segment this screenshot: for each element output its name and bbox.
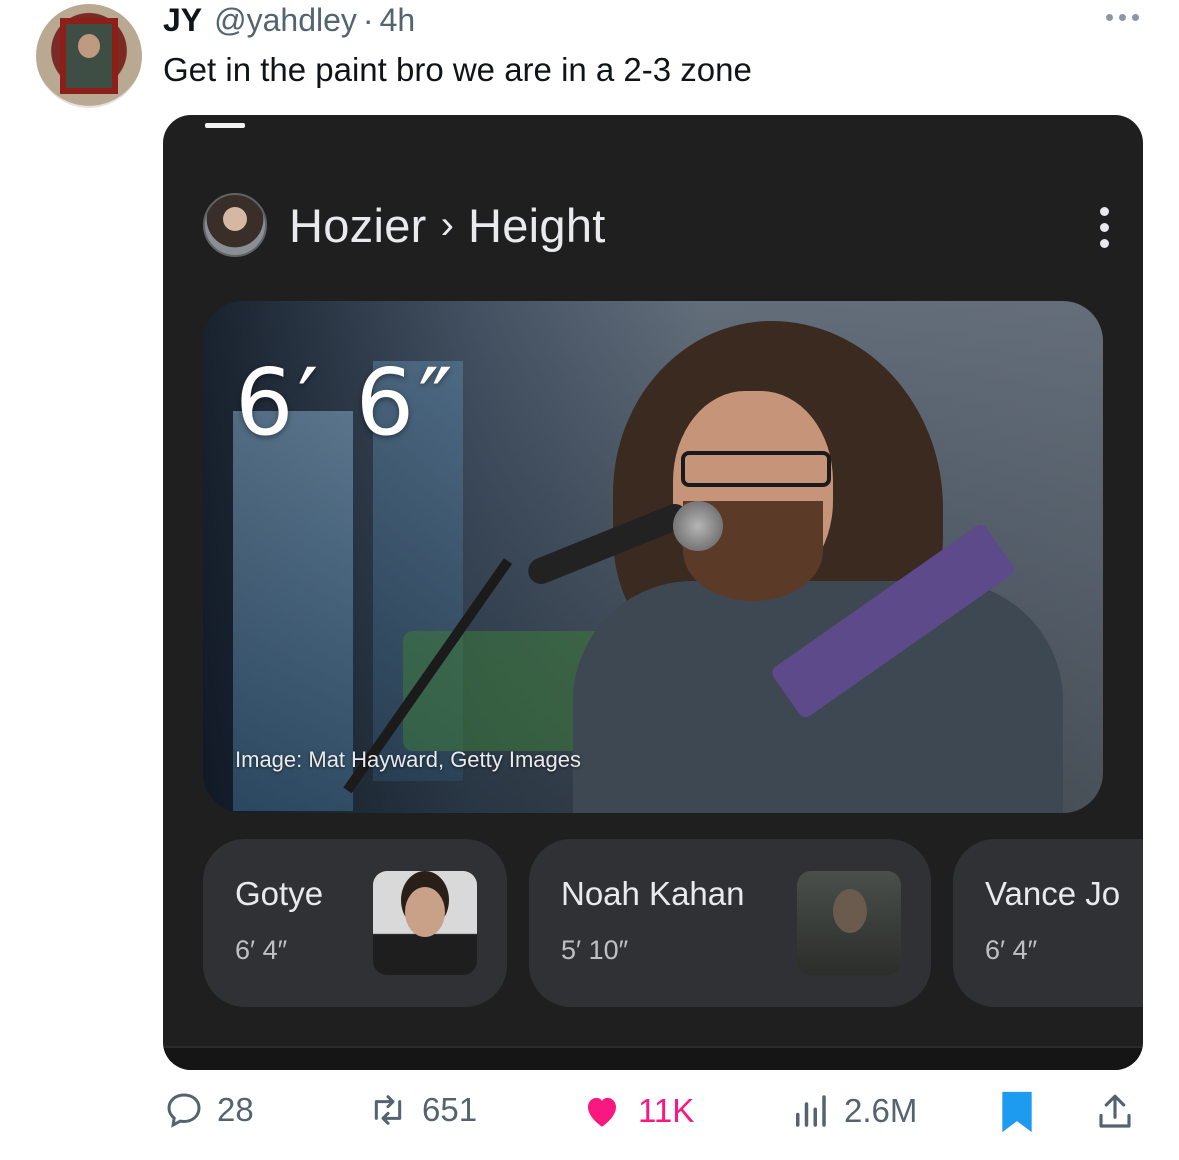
bookmark-button[interactable] xyxy=(998,1090,1036,1134)
height-value: 6′ 6″ xyxy=(235,349,457,456)
chevron-right-icon: › xyxy=(440,202,454,247)
breadcrumb-entity: Hozier xyxy=(289,198,427,252)
related-card-gotye: Gotye 6′ 4″ xyxy=(203,839,507,1007)
embedded-screenshot[interactable]: Hozier › Height 6′ 6″ Image: Mat Hayward… xyxy=(163,115,1143,1070)
breadcrumb-attribute: Height xyxy=(467,198,606,252)
retweet-count: 651 xyxy=(422,1091,478,1128)
related-card-vance-joy: Vance Jo 6′ 4″ xyxy=(953,839,1143,1007)
tweet-header: JY @yahdley · 4h xyxy=(163,2,415,38)
related-card-noah-kahan: Noah Kahan 5′ 10″ xyxy=(529,839,931,1007)
retweet-button[interactable]: 651 xyxy=(366,1090,477,1130)
status-bar-fragment xyxy=(205,123,245,128)
tweet-time[interactable]: 4h xyxy=(380,2,416,38)
breadcrumb: Hozier › Height xyxy=(203,193,606,257)
avatar-face xyxy=(78,34,100,58)
like-count: 11K xyxy=(638,1092,695,1129)
retweet-icon xyxy=(366,1090,410,1130)
related-name: Gotye xyxy=(235,875,324,912)
kebab-menu-icon xyxy=(1100,207,1109,248)
card-bottom-edge xyxy=(163,1046,1143,1070)
entity-avatar xyxy=(203,193,267,257)
tweet-actions: 28 651 11K 2.6M xyxy=(0,1090,1179,1146)
hero-image: 6′ 6″ Image: Mat Hayward, Getty Images xyxy=(203,301,1103,813)
views-button[interactable]: 2.6M xyxy=(788,1090,917,1132)
views-icon xyxy=(788,1090,832,1132)
header-separator: · xyxy=(362,2,374,38)
share-icon xyxy=(1094,1090,1136,1134)
reply-button[interactable]: 28 xyxy=(163,1090,254,1130)
more-options-icon[interactable] xyxy=(1106,14,1139,21)
bookmark-icon xyxy=(998,1090,1036,1134)
related-name: Noah Kahan xyxy=(561,875,745,912)
share-button[interactable] xyxy=(1094,1090,1136,1134)
profile-avatar[interactable] xyxy=(36,4,142,108)
author-name[interactable]: JY xyxy=(163,2,202,38)
like-button[interactable]: 11K xyxy=(578,1090,694,1132)
tweet-text: Get in the paint bro we are in a 2-3 zon… xyxy=(163,51,752,88)
related-people: Gotye 6′ 4″ Noah Kahan 5′ 10″ Vance Jo 6… xyxy=(203,839,1143,1007)
related-height: 6′ 4″ xyxy=(235,935,288,965)
related-thumbnail xyxy=(373,871,477,975)
reply-icon xyxy=(163,1090,205,1130)
heart-icon xyxy=(578,1090,626,1132)
reply-count: 28 xyxy=(217,1091,254,1128)
related-name: Vance Jo xyxy=(985,875,1121,912)
related-height: 5′ 10″ xyxy=(561,935,629,965)
author-handle[interactable]: @yahdley xyxy=(214,2,357,38)
image-credit: Image: Mat Hayward, Getty Images xyxy=(235,747,582,772)
view-count: 2.6M xyxy=(844,1092,918,1129)
related-thumbnail xyxy=(797,871,901,975)
related-height: 6′ 4″ xyxy=(985,935,1038,965)
